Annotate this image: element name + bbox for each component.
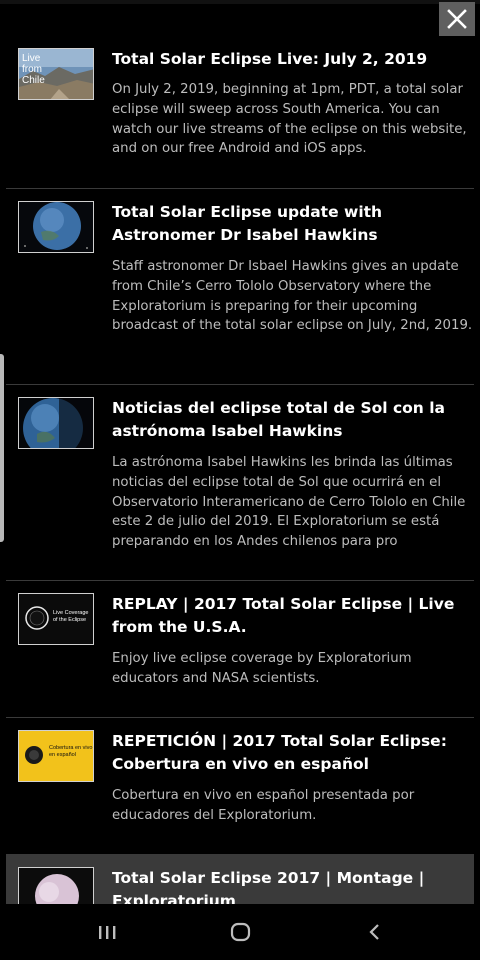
video-title: Total Solar Eclipse Live: July 2, 2019 — [112, 50, 428, 68]
video-item[interactable]: Live Coverage of the Eclipse REPLAY | 20… — [6, 581, 474, 718]
video-item[interactable]: Cobertura en vivo en español REPETICIÓN … — [6, 718, 474, 855]
video-title: Noticias del eclipse total de Sol con la… — [112, 399, 446, 440]
video-description: On July 2, 2019, beginning at 1pm, PDT, … — [112, 82, 467, 157]
home-button[interactable] — [228, 918, 254, 950]
video-list[interactable]: Live from Chile Total Solar Eclipse Live… — [6, 36, 474, 904]
video-title: Total Solar Eclipse update with Astronom… — [112, 203, 383, 244]
earth-globe-image — [19, 202, 93, 252]
recent-apps-button[interactable] — [96, 918, 118, 950]
video-description: Enjoy live eclipse coverage by Explorato… — [112, 651, 412, 686]
video-thumbnail[interactable] — [18, 397, 94, 449]
video-description: Staff astronomer Dr Isbael Hawkins gives… — [112, 259, 473, 334]
video-description: La astrónoma Isabel Hawkins les brinda l… — [112, 455, 466, 550]
scroll-indicator[interactable] — [0, 354, 4, 542]
thumbnail-text: Live Coverage of the Eclipse — [53, 610, 89, 623]
video-title: REPLAY | 2017 Total Solar Eclipse | Live… — [112, 595, 455, 636]
video-item[interactable]: Total Solar Eclipse update with Astronom… — [6, 189, 474, 385]
video-thumbnail[interactable]: Live Coverage of the Eclipse — [18, 593, 94, 645]
back-icon — [369, 924, 379, 940]
back-button[interactable] — [364, 918, 386, 950]
video-thumbnail[interactable]: Live from Chile — [18, 48, 94, 100]
close-button[interactable] — [439, 2, 475, 36]
thumbnail-text: Cobertura en vivo en español — [49, 745, 93, 758]
video-item[interactable]: Noticias del eclipse total de Sol con la… — [6, 385, 474, 581]
video-item[interactable]: Live from Chile Total Solar Eclipse Live… — [6, 36, 474, 189]
earth-globe-image — [19, 398, 93, 448]
status-bar — [0, 0, 480, 4]
video-description: Cobertura en vivo en español presentada … — [112, 788, 415, 823]
video-thumbnail[interactable] — [18, 867, 94, 904]
system-navigation-bar — [0, 904, 480, 960]
eclipse-sun-image — [19, 868, 93, 904]
thumbnail-text: Live from Chile — [22, 53, 45, 86]
video-thumbnail[interactable] — [18, 201, 94, 253]
video-item-selected[interactable]: Total Solar Eclipse 2017 | Montage | Exp… — [6, 855, 474, 904]
close-icon — [447, 9, 467, 29]
recent-apps-icon — [99, 926, 116, 939]
video-title: REPETICIÓN | 2017 Total Solar Eclipse: C… — [112, 732, 447, 773]
video-title: Total Solar Eclipse 2017 | Montage | Exp… — [112, 869, 425, 904]
home-icon — [230, 922, 251, 942]
video-thumbnail[interactable]: Cobertura en vivo en español — [18, 730, 94, 782]
